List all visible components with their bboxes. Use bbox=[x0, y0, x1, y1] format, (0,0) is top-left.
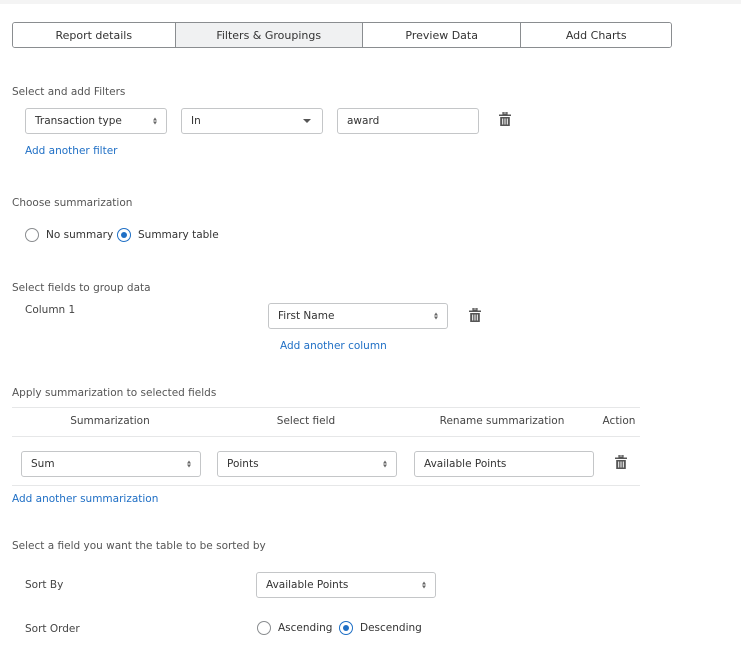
filter-operator-select[interactable]: In bbox=[181, 108, 323, 134]
radio-descending[interactable]: Descending bbox=[339, 621, 422, 635]
filter-field-value: Transaction type bbox=[35, 115, 122, 127]
table-header-divider bbox=[12, 436, 640, 437]
trash-icon[interactable] bbox=[469, 308, 481, 322]
summarization-section-label: Choose summarization bbox=[12, 197, 133, 209]
header-action: Action bbox=[602, 415, 636, 427]
sorting-section-label: Select a field you want the table to be … bbox=[12, 540, 266, 552]
group-column-select[interactable]: First Name bbox=[268, 303, 448, 329]
summarization-function-select[interactable]: Sum bbox=[21, 451, 201, 477]
rename-summarization-input[interactable]: Available Points bbox=[414, 451, 594, 477]
radio-label: Descending bbox=[360, 622, 422, 634]
radio-summary-table[interactable]: Summary table bbox=[117, 228, 219, 242]
trash-icon[interactable] bbox=[499, 112, 511, 126]
header-rename-summarization: Rename summarization bbox=[439, 415, 565, 427]
filters-section-label: Select and add Filters bbox=[12, 86, 126, 98]
sort-by-label: Sort By bbox=[25, 579, 64, 591]
rename-summarization-text: Available Points bbox=[424, 458, 507, 470]
sort-caret-icon bbox=[383, 460, 387, 468]
summarization-field-select[interactable]: Points bbox=[217, 451, 397, 477]
filter-field-select[interactable]: Transaction type bbox=[25, 108, 167, 134]
filter-operator-value: In bbox=[191, 115, 201, 127]
trash-icon[interactable] bbox=[615, 455, 627, 469]
filter-value-text: award bbox=[347, 115, 380, 127]
group-column-value: First Name bbox=[278, 310, 335, 322]
sort-by-value: Available Points bbox=[266, 579, 349, 591]
tab-preview-data[interactable]: Preview Data bbox=[362, 23, 522, 47]
grouping-section-label: Select fields to group data bbox=[12, 282, 151, 294]
apply-summarization-section-label: Apply summarization to selected fields bbox=[12, 387, 217, 399]
summarization-field-value: Points bbox=[227, 458, 259, 470]
summarization-function-value: Sum bbox=[31, 458, 55, 470]
tab-filters-groupings[interactable]: Filters & Groupings bbox=[175, 23, 363, 47]
radio-circle-selected bbox=[339, 621, 353, 635]
radio-no-summary[interactable]: No summary bbox=[25, 228, 113, 242]
table-top-divider bbox=[12, 407, 640, 408]
tab-report-details[interactable]: Report details bbox=[13, 23, 176, 47]
add-filter-link[interactable]: Add another filter bbox=[25, 145, 118, 157]
radio-circle bbox=[257, 621, 271, 635]
sort-caret-icon bbox=[187, 460, 191, 468]
radio-label: No summary bbox=[46, 229, 114, 241]
radio-ascending[interactable]: Ascending bbox=[257, 621, 332, 635]
tab-add-charts[interactable]: Add Charts bbox=[521, 23, 671, 47]
filter-value-input[interactable]: award bbox=[337, 108, 479, 134]
wizard-tabs: Report details Filters & Groupings Previ… bbox=[12, 22, 672, 48]
sort-caret-icon bbox=[153, 117, 157, 125]
add-summarization-link[interactable]: Add another summarization bbox=[12, 493, 158, 505]
add-column-link[interactable]: Add another column bbox=[280, 340, 387, 352]
sort-caret-icon bbox=[422, 581, 426, 589]
header-select-field: Select field bbox=[276, 415, 336, 427]
radio-circle-selected bbox=[117, 228, 131, 242]
top-strip bbox=[0, 0, 741, 4]
radio-label: Summary table bbox=[138, 229, 219, 241]
radio-circle bbox=[25, 228, 39, 242]
chevron-down-icon bbox=[303, 119, 311, 123]
radio-label: Ascending bbox=[278, 622, 333, 634]
table-bottom-divider bbox=[12, 485, 640, 486]
sort-by-select[interactable]: Available Points bbox=[256, 572, 436, 598]
column-1-label: Column 1 bbox=[25, 304, 76, 316]
header-summarization: Summarization bbox=[70, 415, 150, 427]
sort-caret-icon bbox=[434, 312, 438, 320]
sort-order-label: Sort Order bbox=[25, 623, 80, 635]
